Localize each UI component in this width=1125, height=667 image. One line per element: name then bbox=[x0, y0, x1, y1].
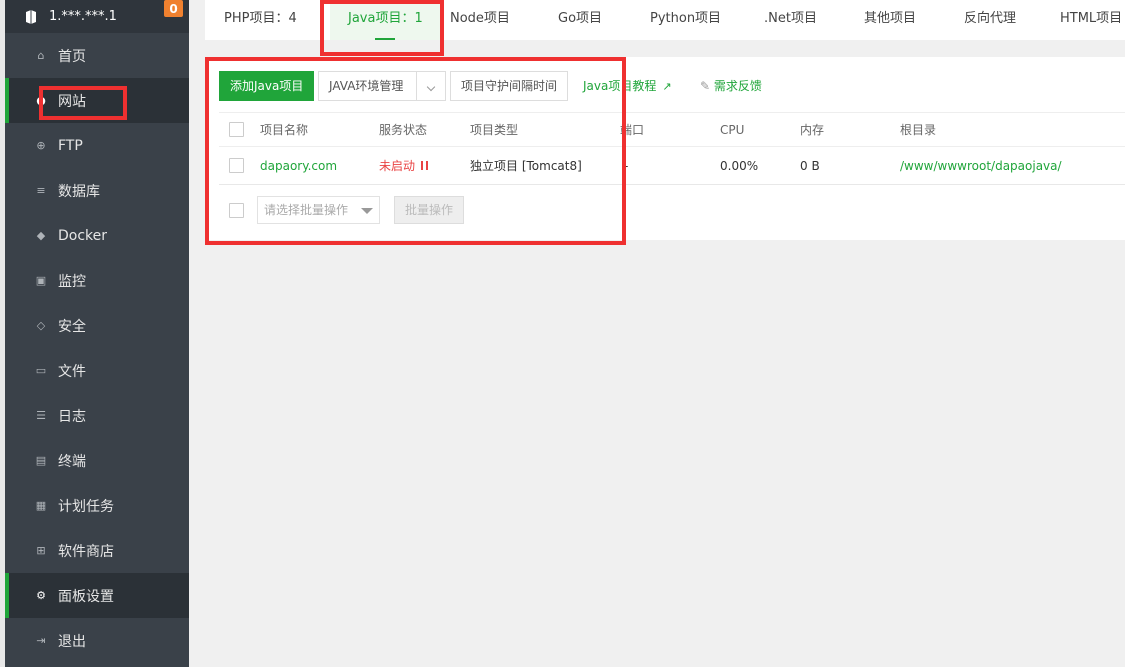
external-link-icon: ↗ bbox=[662, 80, 672, 93]
project-name-link[interactable]: dapaory.com bbox=[260, 147, 337, 184]
tab-go[interactable]: Go项目 bbox=[558, 0, 602, 40]
home-icon: ⌂ bbox=[37, 49, 45, 62]
sidebar-item-label: 终端 bbox=[58, 453, 86, 470]
chevron-down-icon bbox=[426, 82, 436, 92]
sidebar-item-label: 网站 bbox=[58, 93, 86, 110]
col-memory[interactable]: 内存 bbox=[800, 113, 824, 146]
project-port: - bbox=[624, 158, 629, 173]
sidebar-item-label: 首页 bbox=[58, 48, 86, 65]
tab-reverse-proxy[interactable]: 反向代理 bbox=[964, 0, 1016, 40]
gear-icon: ⚙ bbox=[36, 589, 46, 602]
tab-java-label: Java项目：1 bbox=[348, 11, 423, 26]
tab-html[interactable]: HTML项目 bbox=[1060, 0, 1122, 40]
tab-php[interactable]: PHP项目：4 bbox=[224, 0, 297, 40]
sidebar-item-label: FTP bbox=[58, 137, 83, 154]
sidebar-item-cron[interactable]: ▦ 计划任务 bbox=[5, 483, 189, 528]
feedback-link[interactable]: ✎ 需求反馈 bbox=[700, 71, 762, 101]
project-type-tabs: PHP项目：4 Java项目：1 Node项目 Go项目 Python项目 .N… bbox=[205, 0, 1125, 40]
server-header[interactable]: 1.***.***.1 0 bbox=[5, 0, 189, 33]
sidebar-item-files[interactable]: ▭ 文件 bbox=[5, 348, 189, 393]
sidebar-item-label: 数据库 bbox=[58, 183, 100, 200]
sidebar-item-docker[interactable]: ◆ Docker bbox=[5, 213, 189, 258]
tab-java[interactable]: Java项目：1 bbox=[330, 0, 441, 40]
tab-other[interactable]: 其他项目 bbox=[864, 0, 916, 40]
row-checkbox[interactable] bbox=[229, 158, 244, 173]
status-text: 未启动 bbox=[379, 159, 416, 173]
sidebar-item-database[interactable]: ≡ 数据库 bbox=[5, 168, 189, 213]
sidebar-item-label: 计划任务 bbox=[58, 498, 114, 515]
project-type: 独立项目 [Tomcat8] bbox=[470, 159, 582, 173]
sidebar-item-label: 文件 bbox=[58, 363, 86, 380]
server-name: 1.***.***.1 bbox=[49, 9, 117, 24]
shield-icon: ◇ bbox=[36, 319, 46, 332]
batch-operation-button[interactable]: 批量操作 bbox=[394, 196, 464, 224]
sidebar-item-ftp[interactable]: ⊕ FTP bbox=[5, 123, 189, 168]
sidebar-item-monitor[interactable]: ▣ 监控 bbox=[5, 258, 189, 303]
sidebar-item-security[interactable]: ◇ 安全 bbox=[5, 303, 189, 348]
monitor-icon: ▣ bbox=[35, 274, 47, 287]
project-status[interactable]: 未启动 bbox=[379, 147, 429, 184]
java-projects-panel: 添加Java项目 JAVA环境管理 项目守护间隔时间 Java项目教程 ↗ ✎ 需… bbox=[205, 57, 1125, 240]
sidebar-item-logs[interactable]: ☰ 日志 bbox=[5, 393, 189, 438]
sidebar-item-website[interactable]: ● 网站 bbox=[5, 78, 189, 123]
tab-node[interactable]: Node项目 bbox=[450, 0, 510, 40]
batch-select-placeholder: 请选择批量操作 bbox=[264, 203, 349, 217]
calendar-icon: ▦ bbox=[35, 499, 47, 512]
sidebar-item-label: 监控 bbox=[58, 273, 86, 290]
tab-python[interactable]: Python项目 bbox=[650, 0, 721, 40]
log-icon: ☰ bbox=[36, 409, 46, 422]
stopped-icon bbox=[421, 161, 429, 170]
feedback-icon: ✎ bbox=[700, 79, 711, 93]
folder-icon: ▭ bbox=[35, 364, 47, 377]
batch-actions: 请选择批量操作 批量操作 bbox=[219, 196, 1125, 226]
sidebar-item-panel-settings[interactable]: ⚙ 面板设置 bbox=[5, 573, 189, 618]
ftp-globe-icon: ⊕ bbox=[36, 139, 46, 152]
col-name[interactable]: 项目名称 bbox=[260, 113, 308, 146]
sidebar-item-terminal[interactable]: ▤ 终端 bbox=[5, 438, 189, 483]
notification-badge[interactable]: 0 bbox=[164, 0, 183, 17]
sidebar-item-label: Docker bbox=[58, 227, 108, 244]
sidebar: 1.***.***.1 0 ⌂ 首页 ● 网站 ⊕ FTP ≡ 数据库 ◆ Do… bbox=[0, 0, 189, 667]
java-env-button[interactable]: JAVA环境管理 bbox=[318, 71, 419, 101]
project-root-link[interactable]: /www/wwwroot/dapaojava/ bbox=[900, 147, 1062, 184]
col-status[interactable]: 服务状态 bbox=[379, 113, 427, 146]
docker-icon: ◆ bbox=[36, 229, 46, 242]
sidebar-item-logout[interactable]: ⇥ 退出 bbox=[5, 618, 189, 663]
row-checkbox-cell bbox=[229, 147, 244, 184]
sidebar-item-label: 日志 bbox=[58, 408, 86, 425]
sidebar-item-label: 退出 bbox=[58, 633, 86, 650]
sidebar-item-label: 软件商店 bbox=[58, 543, 114, 560]
terminal-icon: ▤ bbox=[35, 454, 47, 467]
table-row: dapaory.com 未启动 独立项目 [Tomcat8] - 0.00% 0… bbox=[219, 147, 1125, 185]
add-java-project-button[interactable]: 添加Java项目 bbox=[219, 71, 314, 101]
apps-icon: ⊞ bbox=[36, 544, 46, 557]
server-icon bbox=[23, 9, 41, 25]
sidebar-item-home[interactable]: ⌂ 首页 bbox=[5, 33, 189, 78]
col-type[interactable]: 项目类型 bbox=[470, 113, 518, 146]
java-tutorial-link[interactable]: Java项目教程 ↗ bbox=[583, 71, 672, 101]
col-root[interactable]: 根目录 bbox=[900, 113, 936, 146]
tab-active-indicator bbox=[375, 38, 396, 40]
java-env-dropdown[interactable] bbox=[416, 71, 446, 101]
feedback-label: 需求反馈 bbox=[713, 79, 762, 93]
sidebar-item-store[interactable]: ⊞ 软件商店 bbox=[5, 528, 189, 573]
col-port[interactable]: 端口 bbox=[620, 113, 644, 146]
globe-icon: ● bbox=[36, 94, 46, 107]
database-icon: ≡ bbox=[36, 184, 46, 197]
project-memory: 0 B bbox=[800, 158, 820, 173]
project-cpu: 0.00% bbox=[720, 158, 759, 173]
batch-operation-select[interactable]: 请选择批量操作 bbox=[257, 196, 380, 224]
logout-icon: ⇥ bbox=[36, 634, 46, 647]
table-header: 项目名称 服务状态 项目类型 端口 CPU 内存 根目录 bbox=[219, 112, 1125, 147]
tab-dotnet[interactable]: .Net项目 bbox=[764, 0, 817, 40]
java-tutorial-label: Java项目教程 bbox=[583, 79, 657, 93]
daemon-interval-button[interactable]: 项目守护间隔时间 bbox=[450, 71, 568, 101]
batch-select-checkbox[interactable] bbox=[229, 203, 244, 218]
caret-down-icon bbox=[361, 208, 373, 214]
col-cpu[interactable]: CPU bbox=[720, 113, 744, 146]
select-all-checkbox-cell bbox=[229, 113, 244, 146]
sidebar-item-label: 安全 bbox=[58, 318, 86, 335]
sidebar-item-label: 面板设置 bbox=[58, 588, 114, 605]
select-all-checkbox[interactable] bbox=[229, 122, 244, 137]
